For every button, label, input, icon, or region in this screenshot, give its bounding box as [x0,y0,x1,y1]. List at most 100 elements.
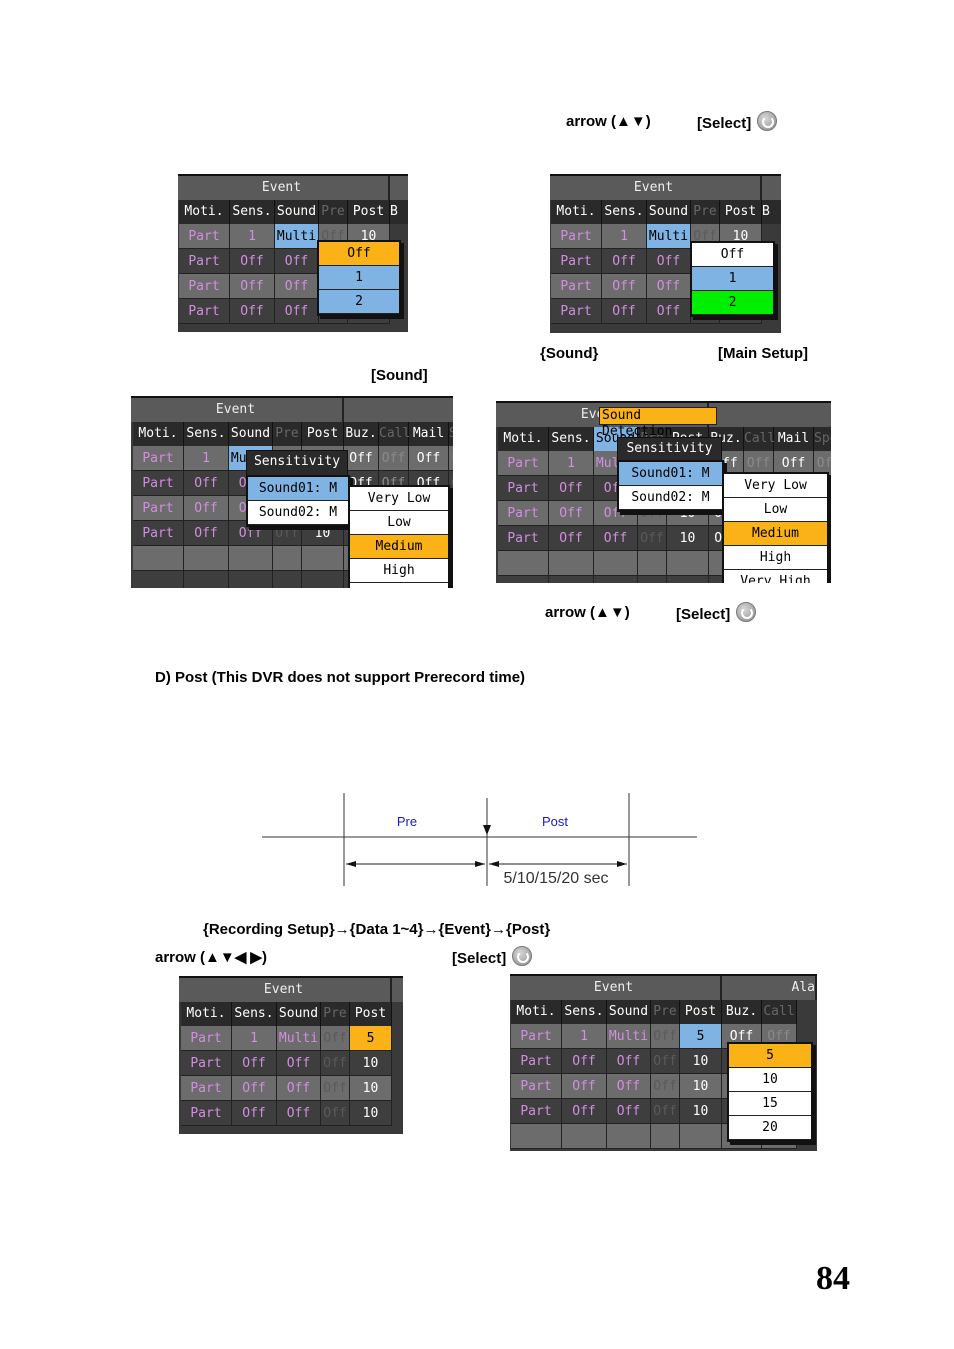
table-cell-sensitivity[interactable]: 1 [562,1024,607,1049]
column-header-sensitivity[interactable]: Sens. [602,200,647,224]
table-cell-sensitivity[interactable]: 1 [230,224,275,249]
table-cell-sensitivity[interactable]: Off [602,299,647,324]
table-cell-motion[interactable]: Part [179,274,230,299]
table-cell-sensitivity[interactable]: Off [562,1099,607,1124]
column-header-pre[interactable]: Pre [691,200,720,224]
table-cell-sensitivity[interactable]: 1 [602,224,647,249]
table-cell-motion[interactable]: Part [511,1049,562,1074]
table-cell-sensitivity[interactable] [549,551,594,576]
table-cell-sensitivity[interactable]: Off [549,526,594,551]
table-cell-post[interactable] [302,571,344,588]
table-cell-motion[interactable]: Part [133,496,184,521]
table-cell-motion[interactable]: Part [511,1024,562,1049]
sensitivity-level-option[interactable]: High [724,546,827,570]
table-cell-sound[interactable] [229,546,273,571]
table-cell-post[interactable]: 10 [680,1099,722,1124]
table-cell-sound[interactable]: Multi [277,1026,321,1051]
table-cell-sensitivity[interactable] [549,576,594,583]
column-header-buzzer[interactable]: Buz. [722,1000,762,1024]
table-cell-sensitivity[interactable]: Off [184,496,229,521]
table-cell-sound[interactable]: Off [647,249,691,274]
column-header-spot[interactable]: Spot [814,427,831,451]
table-cell-sound[interactable]: Off [607,1074,651,1099]
column-header-sound[interactable]: Sound [277,1002,321,1026]
column-header-motion[interactable]: Moti. [181,1002,232,1026]
column-header-sensitivity[interactable]: Sens. [184,422,229,446]
table-cell-post[interactable] [302,546,344,571]
table-cell-motion[interactable]: Part [551,249,602,274]
table-cell-mail[interactable]: Off [409,446,449,471]
table-cell-sensitivity[interactable]: Off [230,249,275,274]
sound-sensor-item[interactable]: Sound02: M [248,501,348,525]
table-cell-motion[interactable]: Part [551,224,602,249]
table-cell-motion[interactable]: Part [179,249,230,274]
table-cell-motion[interactable]: Part [551,274,602,299]
table-cell-pre[interactable]: Off [651,1074,680,1099]
table-cell-sensitivity[interactable]: Off [549,501,594,526]
sound-option-dropdown[interactable]: Off 1 2 [317,240,401,316]
dropdown-option[interactable]: 1 [692,267,773,291]
column-header-sound[interactable]: Sound [229,422,273,446]
table-cell-motion[interactable] [511,1124,562,1149]
column-header-sound[interactable]: Sound [647,200,691,224]
column-header-post[interactable]: Post [348,200,390,224]
column-header-motion[interactable]: Moti. [179,200,230,224]
table-cell-sound[interactable]: Off [275,274,319,299]
table-cell-sensitivity[interactable]: 1 [549,451,594,476]
sensitivity-level-option[interactable]: Medium [350,535,448,559]
table-cell-sound[interactable]: Off [594,526,638,551]
post-time-dropdown[interactable]: 5 10 15 20 [727,1042,813,1142]
column-header-pre[interactable]: Pre [321,1002,350,1026]
column-header-sound[interactable]: Sound [275,200,319,224]
table-cell-pre[interactable] [651,1124,680,1149]
table-cell-buzzer[interactable]: Off [344,446,379,471]
table-cell-pre[interactable] [638,576,667,583]
table-cell-motion[interactable]: Part [179,224,230,249]
column-header-sensitivity[interactable]: Sens. [232,1002,277,1026]
sound-sensor-list[interactable]: Sound01: M Sound02: M [617,460,724,512]
table-cell-sound[interactable]: Off [647,274,691,299]
table-cell-pre[interactable] [273,571,302,588]
table-cell-sound[interactable]: Off [647,299,691,324]
table-cell-sound[interactable] [594,551,638,576]
table-cell-motion[interactable]: Part [551,299,602,324]
sound-sensor-item[interactable]: Sound01: M [248,477,348,501]
table-cell-sound[interactable]: Off [277,1101,321,1126]
table-cell-motion[interactable]: Part [133,471,184,496]
column-header-buzzer[interactable]: Buz. [344,422,379,446]
table-cell-motion[interactable] [498,551,549,576]
sensitivity-level-list[interactable]: Very LowLowMediumHighVery High [722,472,829,583]
sensitivity-level-option[interactable]: Low [724,498,827,522]
table-cell-pre[interactable]: Off [651,1099,680,1124]
table-cell-sensitivity[interactable] [184,546,229,571]
table-cell-sound[interactable]: Off [607,1099,651,1124]
table-cell-sensitivity[interactable]: Off [549,476,594,501]
dropdown-option[interactable]: 2 [319,290,399,314]
column-header-post[interactable]: Post [302,422,344,446]
table-cell-pre[interactable]: Off [321,1076,350,1101]
table-cell-motion[interactable]: Part [181,1101,232,1126]
column-header-post[interactable]: Post [350,1002,392,1026]
table-cell-pre[interactable] [273,546,302,571]
table-cell-post[interactable] [667,576,709,583]
table-cell-motion[interactable]: Part [511,1074,562,1099]
column-header-pre[interactable]: Pre [273,422,302,446]
sound-sensor-item[interactable]: Sound01: M [619,462,722,486]
column-header-motion[interactable]: Moti. [551,200,602,224]
table-cell-post[interactable]: 10 [350,1101,392,1126]
column-header-call[interactable]: Call [744,427,775,451]
table-cell-motion[interactable]: Part [133,446,184,471]
table-cell-sound[interactable]: Off [275,299,319,324]
column-header-motion[interactable]: Moti. [511,1000,562,1024]
table-cell-post[interactable]: 10 [680,1049,722,1074]
sensitivity-level-option[interactable]: Very Low [350,487,448,511]
sensitivity-level-option[interactable]: Very Low [724,474,827,498]
column-header-post[interactable]: Post [720,200,762,224]
table-cell-sound[interactable]: Off [607,1049,651,1074]
table-cell-motion[interactable] [133,571,184,588]
table-cell-pre[interactable]: Off [321,1051,350,1076]
table-cell-motion[interactable] [133,546,184,571]
table-cell-sensitivity[interactable]: 1 [232,1026,277,1051]
column-header-mail[interactable]: Mail [409,422,449,446]
post-time-option[interactable]: 15 [729,1092,811,1116]
